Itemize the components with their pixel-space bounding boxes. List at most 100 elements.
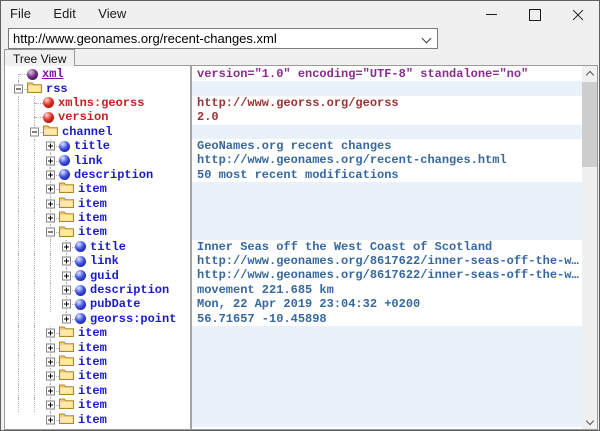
- expand-toggle-plus-icon[interactable]: [46, 199, 55, 208]
- tree-node-item[interactable]: item: [5, 369, 190, 383]
- expand-toggle-plus-icon[interactable]: [46, 214, 55, 223]
- tree-guide: [27, 312, 43, 326]
- value-row: [192, 125, 582, 139]
- tree-node-label: description: [90, 283, 169, 297]
- scroll-up-icon[interactable]: [582, 66, 597, 81]
- tree-node-label: channel: [62, 125, 112, 139]
- maximize-button[interactable]: [513, 1, 556, 28]
- expand-toggle-plus-icon[interactable]: [62, 314, 71, 323]
- tree-node-label: link: [74, 154, 103, 168]
- tree-node-channel[interactable]: channel: [5, 125, 190, 139]
- value-row: http://www.geonames.org/8617622/inner-se…: [192, 268, 582, 282]
- tree-guide-line: [34, 398, 35, 412]
- tree-node-pubdate[interactable]: pubDate: [5, 297, 190, 311]
- tree-node-item[interactable]: item: [5, 182, 190, 196]
- tree-node-item[interactable]: item: [5, 340, 190, 354]
- tree-guide-line: [34, 268, 35, 282]
- tree-node-label: link: [90, 254, 119, 268]
- value-row: movement 221.685 km: [192, 283, 582, 297]
- expand-toggle-plus-icon[interactable]: [46, 372, 55, 381]
- maximize-icon: [529, 9, 541, 21]
- tree-node-item[interactable]: item: [5, 211, 190, 225]
- expand-toggle-plus-icon[interactable]: [62, 300, 71, 309]
- tree-node-rss[interactable]: rss: [5, 81, 190, 95]
- tree-node-item[interactable]: item: [5, 398, 190, 412]
- attribute-icon: [43, 97, 54, 108]
- tree-node-description[interactable]: description: [5, 283, 190, 297]
- tree-node-item[interactable]: item: [5, 412, 190, 426]
- tree-node-description[interactable]: description: [5, 168, 190, 182]
- tree-connector: [43, 168, 59, 182]
- minimize-button[interactable]: [470, 1, 513, 28]
- tree-node-guid[interactable]: guid: [5, 268, 190, 282]
- menu-view[interactable]: View: [89, 1, 135, 25]
- expand-toggle-plus-icon[interactable]: [46, 329, 55, 338]
- expand-toggle-plus-icon[interactable]: [62, 257, 71, 266]
- tree-guide-line: [34, 254, 35, 268]
- tree-guide-line: [18, 398, 19, 412]
- tree-node-link[interactable]: link: [5, 254, 190, 268]
- tree-node-xmlns-georss[interactable]: xmlns:georss: [5, 96, 190, 110]
- tree-node-label: item: [78, 398, 107, 412]
- tree-node-label: item: [78, 326, 107, 340]
- element-icon: [75, 270, 86, 281]
- tree-node-item[interactable]: item: [5, 384, 190, 398]
- expand-toggle-minus-icon[interactable]: [14, 84, 23, 93]
- value-row: Inner Seas off the West Coast of Scotlan…: [192, 240, 582, 254]
- expand-toggle-plus-icon[interactable]: [46, 185, 55, 194]
- tree-node-item[interactable]: item: [5, 326, 190, 340]
- tree-guide-line: [18, 312, 19, 326]
- tree-connector: [43, 326, 59, 340]
- expand-toggle-plus-icon[interactable]: [62, 271, 71, 280]
- value-row: [192, 398, 582, 412]
- tree-guide: [43, 283, 59, 297]
- tree-connector: [59, 240, 75, 254]
- expand-toggle-plus-icon[interactable]: [46, 170, 55, 179]
- close-button[interactable]: [556, 1, 599, 28]
- tree-node-link[interactable]: link: [5, 153, 190, 167]
- menu-file[interactable]: File: [1, 1, 40, 25]
- expand-toggle-plus-icon[interactable]: [46, 142, 55, 151]
- expand-toggle-plus-icon[interactable]: [46, 343, 55, 352]
- element-icon: [75, 313, 86, 324]
- folder-icon: [59, 411, 74, 429]
- expand-toggle-plus-icon[interactable]: [62, 286, 71, 295]
- tree-node-item[interactable]: item: [5, 225, 190, 239]
- tree-guide: [11, 110, 27, 124]
- scrollbar-thumb[interactable]: [582, 82, 597, 167]
- url-input[interactable]: [9, 30, 419, 47]
- tree-node-georss-point[interactable]: georss:point: [5, 312, 190, 326]
- tree-guide: [11, 139, 27, 153]
- tree-guide: [11, 384, 27, 398]
- scroll-down-icon[interactable]: [582, 414, 597, 429]
- menu-edit[interactable]: Edit: [44, 1, 84, 25]
- tab-tree-view[interactable]: Tree View: [4, 49, 75, 66]
- expand-toggle-plus-icon[interactable]: [46, 401, 55, 410]
- expand-toggle-plus-icon[interactable]: [46, 386, 55, 395]
- expand-toggle-plus-icon[interactable]: [46, 156, 55, 165]
- value-row: [192, 211, 582, 225]
- tree-guide-line: [18, 297, 19, 311]
- tree-node-item[interactable]: item: [5, 197, 190, 211]
- tree-node-title[interactable]: title: [5, 139, 190, 153]
- value-row: [192, 340, 582, 354]
- value-row: version="1.0" encoding="UTF-8" standalon…: [192, 67, 582, 81]
- tree-guide: [27, 326, 43, 340]
- tree-guide: [11, 153, 27, 167]
- expand-toggle-minus-icon[interactable]: [30, 127, 39, 136]
- expand-toggle-plus-icon[interactable]: [62, 242, 71, 251]
- tree-node-title[interactable]: title: [5, 240, 190, 254]
- tree-node-version[interactable]: version: [5, 110, 190, 124]
- tree-guide-line: [34, 110, 35, 117]
- expand-toggle-plus-icon[interactable]: [46, 358, 55, 367]
- tree-guide-line: [34, 197, 35, 211]
- tree-guide-line: [18, 197, 19, 211]
- expand-toggle-plus-icon[interactable]: [46, 415, 55, 424]
- tree-node-label: item: [78, 384, 107, 398]
- tree-connector: [43, 412, 59, 426]
- combobox-dropdown-icon[interactable]: [419, 29, 437, 48]
- expand-toggle-minus-icon[interactable]: [46, 228, 55, 237]
- tree-node-item[interactable]: item: [5, 355, 190, 369]
- tree-guide: [11, 398, 27, 412]
- vertical-scrollbar[interactable]: [582, 66, 597, 429]
